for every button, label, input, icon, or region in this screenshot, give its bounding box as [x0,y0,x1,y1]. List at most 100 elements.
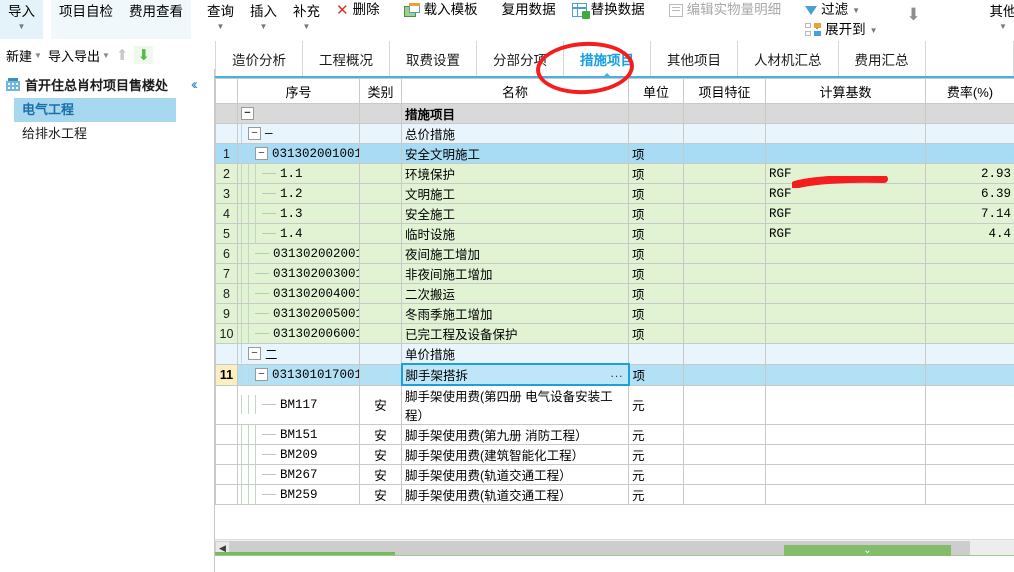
tree-collapse-icon[interactable]: − [248,347,261,361]
name-cell[interactable]: 临时设施 [401,223,629,244]
category-cell[interactable]: 安 [359,484,402,505]
unit-cell[interactable]: 元 [628,384,684,425]
chevron-down-icon[interactable]: ▼ [18,23,26,31]
calc-base-cell[interactable] [765,303,926,324]
table-row[interactable]: − 二 单价措施 [215,343,1014,365]
sequence-cell[interactable]: 1.4 [237,223,360,244]
chevron-down-icon[interactable]: ▼ [999,23,1007,31]
row-number-cell[interactable]: 4 [215,203,238,224]
chevron-down-icon[interactable]: ▼ [102,51,110,60]
unit-cell[interactable] [628,123,684,144]
column-header-category[interactable]: 类别 [359,78,402,104]
row-number-cell[interactable]: 5 [215,223,238,244]
unit-cell[interactable]: 项 [628,263,684,284]
supplement-button[interactable]: 补充 ▼ [285,0,328,39]
row-number-cell[interactable]: 11 [215,363,238,386]
insert-button[interactable]: 插入 ▼ [242,0,285,39]
unit-cell[interactable]: 项 [628,243,684,264]
row-number-cell[interactable] [215,343,238,365]
row-number-cell[interactable]: 9 [215,303,238,324]
query-button[interactable]: 查询 ▼ [199,0,242,39]
feature-cell[interactable] [683,444,766,465]
chevron-down-icon[interactable]: ▼ [303,23,311,31]
tab-other-items[interactable]: 其他项目 [651,41,738,76]
tab-project-overview[interactable]: 工程概况 [303,41,390,76]
calc-base-cell[interactable] [765,143,926,164]
rate-cell[interactable] [925,303,1014,324]
tree-collapse-icon[interactable]: − [248,127,261,140]
column-header-rownum[interactable] [215,78,238,104]
load-template-button[interactable]: 载入模板 [396,0,486,41]
feature-cell[interactable] [683,424,766,445]
calc-base-cell[interactable] [765,123,926,144]
calc-base-cell[interactable] [765,484,926,505]
feature-cell[interactable] [683,464,766,485]
cell-ellipsis-button[interactable]: ... [610,366,623,380]
table-row[interactable]: 1−031302001001 安全文明施工项 [215,143,1014,164]
name-cell[interactable]: 单价措施 [401,343,629,365]
tab-fee-settings[interactable]: 取费设置 [390,41,477,76]
calc-base-cell[interactable] [765,384,926,425]
row-number-cell[interactable] [215,444,238,465]
unit-cell[interactable]: 项 [628,363,684,386]
calc-base-cell[interactable] [765,103,926,124]
category-cell[interactable] [359,243,402,264]
table-row[interactable]: 3 1.2 文明施工项 RGF 6.39 [215,183,1014,204]
rate-cell[interactable]: 2.93 [925,163,1014,184]
feature-cell[interactable] [683,303,766,324]
calc-base-cell[interactable] [765,243,926,264]
sidebar-item-electrical[interactable]: 电气工程 [14,98,176,122]
table-row[interactable]: BM259 安脚手架使用费(轨道交通工程）元 [215,484,1014,505]
category-cell[interactable] [359,343,402,365]
table-row[interactable]: − 措施项目 [215,103,1014,124]
calc-base-cell[interactable] [765,343,926,365]
rate-cell[interactable] [925,323,1014,344]
unit-cell[interactable]: 项 [628,223,684,244]
sequence-cell[interactable]: −031301017001 [237,363,360,386]
calc-base-cell[interactable] [765,464,926,485]
rate-cell[interactable] [925,143,1014,164]
row-number-cell[interactable]: 2 [215,163,238,184]
arrow-up-icon[interactable]: ⬆ [116,46,129,64]
unit-cell[interactable]: 元 [628,464,684,485]
calc-base-cell[interactable]: RGF [765,223,926,244]
calc-base-cell[interactable] [765,424,926,445]
chevron-down-icon[interactable]: ▼ [260,23,268,31]
name-cell[interactable]: 脚手架使用费(轨道交通工程） [401,484,629,505]
tab-measure-items[interactable]: 措施项目 [564,41,651,78]
name-cell[interactable]: 脚手架搭拆... [400,363,630,386]
category-cell[interactable]: 安 [359,384,402,425]
feature-cell[interactable] [683,363,766,386]
rate-cell[interactable]: 7.14 [925,203,1014,224]
name-cell[interactable]: 安全施工 [401,203,629,224]
feature-cell[interactable] [683,203,766,224]
name-cell[interactable]: 冬雨季施工增加 [401,303,629,324]
calc-base-cell[interactable]: RGF [765,183,926,204]
unit-cell[interactable]: 项 [628,323,684,344]
row-number-cell[interactable]: 10 [215,323,238,344]
name-cell[interactable]: 总价措施 [401,123,629,144]
feature-cell[interactable] [683,223,766,244]
chevron-down-icon[interactable]: ▼ [870,26,878,35]
rate-cell[interactable] [925,263,1014,284]
sequence-cell[interactable]: 031302004001 [237,283,360,304]
sequence-cell[interactable]: BM259 [237,484,360,505]
tab-subitems[interactable]: 分部分项 [477,41,564,76]
filter-button[interactable]: 过滤 ▼ [797,0,885,29]
sequence-cell[interactable]: BM117 [237,384,360,425]
sequence-cell[interactable]: BM151 [237,424,360,445]
row-number-cell[interactable] [215,103,238,124]
category-cell[interactable]: 安 [359,424,402,445]
calc-base-cell[interactable] [765,323,926,344]
category-cell[interactable] [359,203,402,224]
sequence-cell[interactable]: 1.2 [237,183,360,204]
calc-base-cell[interactable]: RGF [765,163,926,184]
category-cell[interactable] [359,163,402,184]
bottom-panel-toggle[interactable]: ⌄ [784,545,951,556]
calc-base-cell[interactable]: RGF [765,203,926,224]
category-cell[interactable] [359,223,402,244]
calc-base-cell[interactable] [765,283,926,304]
feature-cell[interactable] [683,243,766,264]
import-button[interactable]: 导入 ▼ [0,0,43,39]
rate-cell[interactable] [925,444,1014,465]
